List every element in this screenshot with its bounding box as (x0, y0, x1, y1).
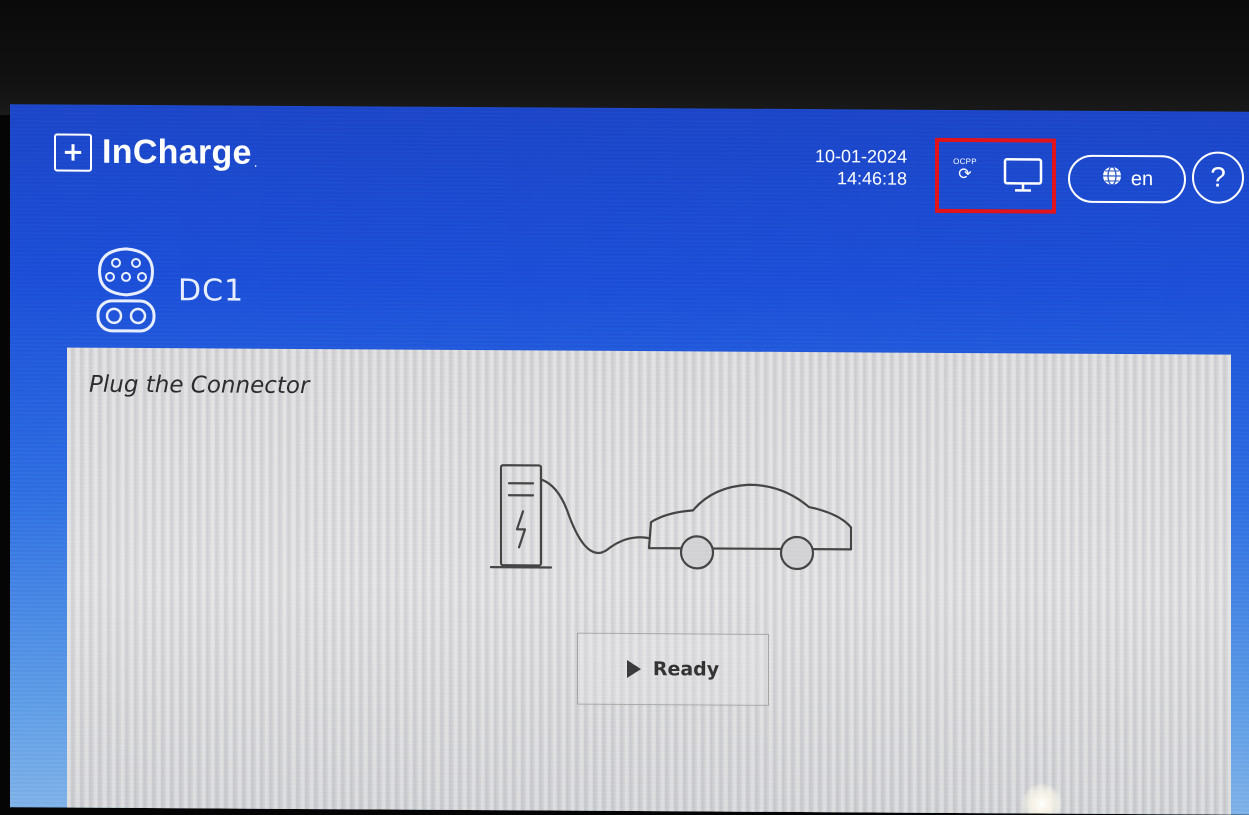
help-button[interactable]: ? (1192, 151, 1244, 203)
brand-name: InCharge (102, 133, 252, 173)
brand-suffix: . (254, 155, 258, 169)
charger-car-icon (487, 455, 867, 587)
datetime: 10-01-2024 14:46:18 (815, 145, 907, 190)
red-highlight-box (935, 138, 1056, 214)
ready-button[interactable]: Ready (577, 633, 769, 706)
play-icon (627, 660, 641, 678)
status-label: Ready (653, 658, 719, 680)
time-text: 14:46:18 (815, 167, 907, 190)
logo-mark-icon: + (54, 133, 92, 171)
panel-title: Plug the Connector (89, 372, 309, 399)
light-glare (1022, 783, 1062, 814)
charger-screen: + InCharge . 10-01-2024 14:46:18 OCPP ⟳ (10, 104, 1249, 815)
date-text: 10-01-2024 (815, 145, 907, 168)
language-label: en (1131, 168, 1153, 191)
incharge-logo: + InCharge . (54, 132, 258, 172)
ccs-connector-icon (90, 243, 162, 335)
connector-name: DC1 (178, 273, 244, 308)
globe-icon (1101, 165, 1123, 193)
device-bezel (0, 0, 1249, 115)
connector-panel: Plug the Connector Ready (67, 348, 1231, 815)
language-button[interactable]: en (1068, 155, 1186, 204)
